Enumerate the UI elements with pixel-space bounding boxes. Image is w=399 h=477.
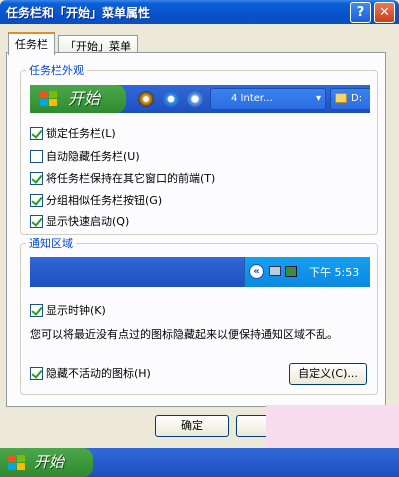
hide-inactive-label: 隐藏不活动的图标(H) xyxy=(46,367,151,380)
start-button[interactable]: 开始 xyxy=(0,448,93,477)
tray-clock: 下午 5:53 xyxy=(309,266,360,279)
start-label: 开始 xyxy=(34,453,65,471)
watermark-overlay xyxy=(266,405,399,448)
quick-launch-option[interactable]: 显示快速启动(Q) xyxy=(30,213,129,229)
preview-start-button: 开始 xyxy=(30,85,126,113)
folder-icon xyxy=(335,93,347,103)
quick-launch-checkbox[interactable] xyxy=(30,214,43,228)
auto-hide-label: 自动隐藏任务栏(U) xyxy=(46,150,140,163)
network-icon xyxy=(269,266,281,276)
dropdown-arrow-icon: ▾ xyxy=(315,93,321,104)
group-buttons-checkbox[interactable] xyxy=(30,193,43,207)
cancel-button[interactable] xyxy=(236,415,266,437)
lock-taskbar-option[interactable]: 锁定任务栏(L) xyxy=(30,125,116,141)
customize-button[interactable]: 自定义(C)... xyxy=(289,363,367,385)
ok-button[interactable]: 确定 xyxy=(155,415,229,437)
notification-area-label: 通知区域 xyxy=(26,235,76,251)
group-buttons-label: 分组相似任务栏按钮(G) xyxy=(46,194,163,207)
volume-icon xyxy=(285,266,297,277)
hide-inactive-option[interactable]: 隐藏不活动的图标(H) xyxy=(30,365,151,381)
internet-explorer-icon xyxy=(163,91,179,107)
taskbar-appearance-label: 任务栏外观 xyxy=(26,62,87,78)
notification-preview: « 下午 5:53 xyxy=(30,257,370,287)
lock-taskbar-checkbox[interactable] xyxy=(30,126,43,140)
close-button[interactable]: ✕ xyxy=(374,2,395,23)
show-hidden-icons-icon: « xyxy=(249,264,264,279)
keep-on-top-checkbox[interactable] xyxy=(30,171,43,185)
preview-folder-label: D: xyxy=(351,93,363,104)
help-button[interactable]: ? xyxy=(350,2,371,23)
tray-preview: « 下午 5:53 xyxy=(244,257,370,287)
keep-on-top-label: 将任务栏保持在其它窗口的前端(T) xyxy=(46,172,216,185)
notification-description: 您可以将最近没有点过的图标隐藏起来以便保持通知区域不乱。 xyxy=(30,328,338,341)
bottom-taskbar: 开始 xyxy=(0,448,399,477)
preview-task-button: 4 Inter... ▾ xyxy=(210,88,326,110)
taskbar-preview: 开始 4 Inter... ▾ D: xyxy=(30,85,370,113)
media-player-icon xyxy=(138,91,154,107)
windows-logo-icon xyxy=(8,455,26,471)
auto-hide-option[interactable]: 自动隐藏任务栏(U) xyxy=(30,148,140,164)
auto-hide-checkbox[interactable] xyxy=(30,149,43,163)
show-clock-label: 显示时钟(K) xyxy=(46,304,106,317)
lock-taskbar-label: 锁定任务栏(L) xyxy=(46,127,116,140)
desktop-icon xyxy=(187,91,203,107)
window-title: 任务栏和「开始」菜单属性 xyxy=(6,6,151,20)
preview-start-label: 开始 xyxy=(68,89,101,108)
show-clock-checkbox[interactable] xyxy=(30,303,43,317)
title-bar: 任务栏和「开始」菜单属性 ? ✕ xyxy=(0,0,399,24)
group-buttons-option[interactable]: 分组相似任务栏按钮(G) xyxy=(30,192,162,208)
windows-logo-icon xyxy=(40,91,58,107)
quick-launch-label: 显示快速启动(Q) xyxy=(46,215,130,228)
hide-inactive-checkbox[interactable] xyxy=(30,366,43,380)
keep-on-top-option[interactable]: 将任务栏保持在其它窗口的前端(T) xyxy=(30,170,215,186)
preview-folder-button: D: xyxy=(330,88,370,110)
tab-taskbar[interactable]: 任务栏 xyxy=(8,32,55,55)
preview-task-label: 4 Inter... xyxy=(231,93,273,104)
show-clock-option[interactable]: 显示时钟(K) xyxy=(30,302,106,318)
